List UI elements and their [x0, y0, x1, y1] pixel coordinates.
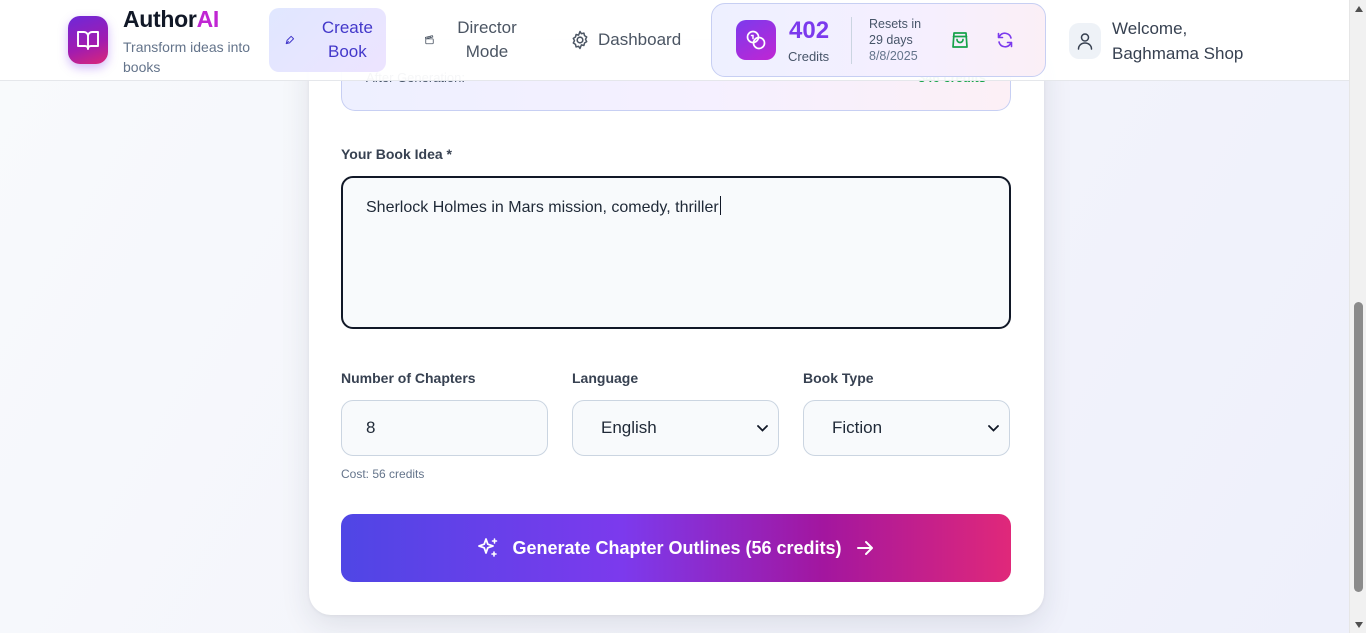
- brand-name[interactable]: AuthorAI: [123, 6, 219, 33]
- book-type-label: Book Type: [803, 370, 874, 386]
- sparkles-icon: [478, 538, 498, 557]
- arrow-right-icon: [856, 541, 873, 555]
- book-idea-textarea[interactable]: Sherlock Holmes in Mars mission, comedy,…: [341, 176, 1011, 329]
- book-idea-text: Sherlock Holmes in Mars mission, comedy,…: [366, 199, 719, 216]
- refresh-icon: [997, 32, 1013, 48]
- credits-amount: 402: [789, 17, 830, 44]
- chevron-down-icon: [988, 424, 999, 432]
- language-label: Language: [572, 370, 639, 386]
- chevron-down-icon: [757, 424, 768, 432]
- pen-nib-icon: [285, 35, 295, 45]
- nav-dashboard-label: Dashboard: [598, 30, 682, 49]
- book-idea-label: Your Book Idea *: [341, 146, 452, 162]
- chapters-label: Number of Chapters: [341, 370, 476, 386]
- nav-director-mode-label: Director Mode: [457, 18, 517, 61]
- brand-name-main: Author: [123, 6, 197, 32]
- book-open-icon[interactable]: [68, 16, 108, 64]
- brand-tagline: Transform ideas into books: [123, 39, 251, 75]
- credits-divider: [851, 17, 852, 64]
- credits-label: Credits: [788, 49, 830, 64]
- page-scrollbar[interactable]: [1349, 0, 1366, 633]
- nav-dashboard[interactable]: Dashboard: [570, 20, 681, 60]
- book-type-select[interactable]: Fiction: [803, 400, 1010, 456]
- user-icon[interactable]: [1069, 23, 1101, 59]
- coins-icon: [736, 20, 776, 60]
- gear-icon: [572, 30, 588, 50]
- credits-panel: 402 Credits Resets in 29 days 8/8/2025: [711, 3, 1046, 77]
- generate-outlines-button[interactable]: Generate Chapter Outlines (56 credits): [341, 514, 1011, 582]
- nav-create-book-label: Create Book: [321, 18, 373, 61]
- resets-text: Resets in 29 days: [869, 17, 922, 47]
- brand-name-accent: AI: [196, 6, 220, 32]
- resets-date: 8/8/2025: [869, 49, 918, 63]
- scrollbar-thumb[interactable]: [1354, 302, 1363, 592]
- shopping-bag-icon: [952, 32, 968, 48]
- language-value: English: [601, 418, 657, 437]
- nav-director-mode[interactable]: Director Mode: [417, 8, 527, 72]
- refresh-credits-button[interactable]: [992, 27, 1018, 53]
- cost-text: Cost: 56 credits: [341, 467, 425, 481]
- text-caret: [719, 196, 721, 215]
- create-book-card: After Generation: 346 credits Your Book …: [309, 40, 1044, 615]
- chapters-input[interactable]: 8: [341, 400, 548, 456]
- buy-credits-button[interactable]: [947, 27, 973, 53]
- top-navbar: AuthorAI Transform ideas into books Crea…: [0, 0, 1349, 81]
- nav-create-book[interactable]: Create Book: [269, 8, 386, 72]
- clapperboard-icon: [425, 35, 434, 45]
- language-select[interactable]: English: [572, 400, 779, 456]
- welcome-text: Welcome, Baghmama Shop: [1112, 19, 1244, 63]
- chapters-value: 8: [366, 418, 376, 437]
- scroll-up-arrow[interactable]: [1350, 0, 1366, 17]
- scroll-down-arrow[interactable]: [1350, 616, 1366, 633]
- book-type-value: Fiction: [832, 418, 883, 437]
- generate-button-label: Generate Chapter Outlines (56 credits): [512, 537, 842, 558]
